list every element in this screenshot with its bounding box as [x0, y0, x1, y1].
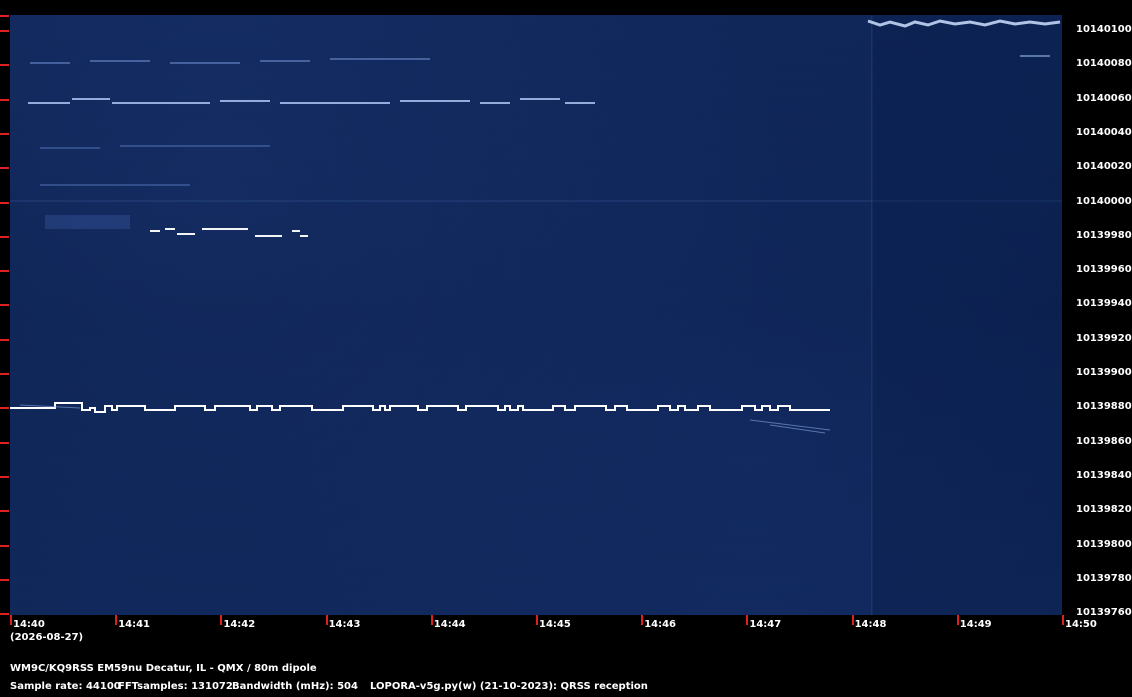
x-axis-tick	[1062, 615, 1064, 625]
x-axis-label: 14:40	[13, 619, 45, 630]
x-axis-label: 14:47	[749, 619, 782, 630]
software-info: LOPORA-v5g.py(w) (21-10-2023): QRSS rece…	[370, 681, 648, 692]
x-axis-label: 14:44	[433, 619, 466, 630]
x-axis-tick	[536, 615, 538, 625]
x-axis-tick	[430, 615, 433, 625]
y-axis-tick	[0, 578, 9, 581]
x-axis-tick	[641, 615, 644, 625]
y-axis-label: 10139780	[1076, 572, 1132, 584]
y-axis-label: 10139860	[1076, 435, 1132, 447]
y-axis-label: 10140000	[1076, 195, 1132, 207]
y-axis-tick	[0, 304, 9, 307]
x-axis-label: 14:41	[118, 619, 151, 630]
x-axis-label: 14:43	[328, 619, 361, 630]
y-axis-tick	[0, 338, 9, 341]
y-axis-tick	[0, 132, 9, 135]
bandwidth: Bandwidth (mHz): 504	[232, 681, 358, 692]
y-axis-label: 10139760	[1076, 607, 1132, 619]
x-axis-label: 14:45	[539, 619, 571, 630]
y-axis-tick	[0, 373, 9, 375]
x-axis-label: 14:49	[959, 619, 992, 630]
y-axis-label: 10139820	[1076, 504, 1132, 516]
y-axis-label: 10140060	[1076, 92, 1132, 104]
fft-samples: FFTsamples: 131072	[118, 681, 233, 692]
y-axis-label: 10140020	[1076, 161, 1132, 173]
spectrogram-signals	[10, 15, 1062, 615]
y-axis-tick	[0, 270, 9, 273]
y-axis-tick	[0, 167, 9, 170]
x-axis-tick	[325, 615, 328, 625]
y-axis-tick	[0, 64, 9, 67]
y-axis-tick	[0, 98, 9, 101]
y-axis-label: 10139800	[1076, 538, 1132, 550]
y-axis-tick	[0, 15, 9, 17]
y-axis-label: 10140040	[1076, 126, 1132, 138]
y-axis-tick	[0, 475, 9, 478]
x-axis-label: 14:46	[644, 619, 677, 630]
y-axis-label: 10139960	[1076, 264, 1132, 276]
sample-rate: Sample rate: 44100	[10, 681, 121, 692]
x-axis-label: 14:48	[854, 619, 887, 630]
spectrogram-waterfall	[10, 15, 1062, 615]
x-axis-tick	[220, 615, 223, 625]
x-axis-tick	[746, 615, 749, 625]
x-axis-tick	[10, 615, 12, 625]
y-axis-label: 10139900	[1076, 367, 1132, 378]
y-axis-tick	[0, 441, 9, 444]
y-axis-tick	[0, 407, 9, 410]
x-axis-tick	[851, 615, 854, 625]
x-axis-date: (2026-08-27)	[10, 632, 84, 643]
y-axis-tick	[0, 613, 9, 616]
y-axis-label: 10139880	[1076, 401, 1132, 413]
y-axis-tick	[0, 201, 9, 204]
station-info: WM9C/KQ9RSS EM59nu Decatur, IL - QMX / 8…	[10, 663, 317, 674]
y-axis-label: 10139940	[1076, 298, 1132, 310]
y-axis-label: 10139840	[1076, 469, 1132, 481]
x-axis-tick	[956, 615, 959, 625]
x-axis-tick	[115, 615, 118, 625]
y-axis-tick	[0, 235, 9, 238]
x-axis-label: 14:50	[1065, 619, 1097, 630]
y-axis-label: 10139920	[1076, 332, 1132, 344]
y-axis-tick	[0, 30, 9, 32]
y-axis-tick	[0, 510, 9, 513]
y-axis-label: 10139980	[1076, 229, 1132, 241]
y-axis-tick	[0, 544, 9, 547]
x-axis-label: 14:42	[223, 619, 256, 630]
y-axis-label: 10140100	[1076, 24, 1132, 35]
y-axis-label: 10140080	[1076, 58, 1132, 70]
